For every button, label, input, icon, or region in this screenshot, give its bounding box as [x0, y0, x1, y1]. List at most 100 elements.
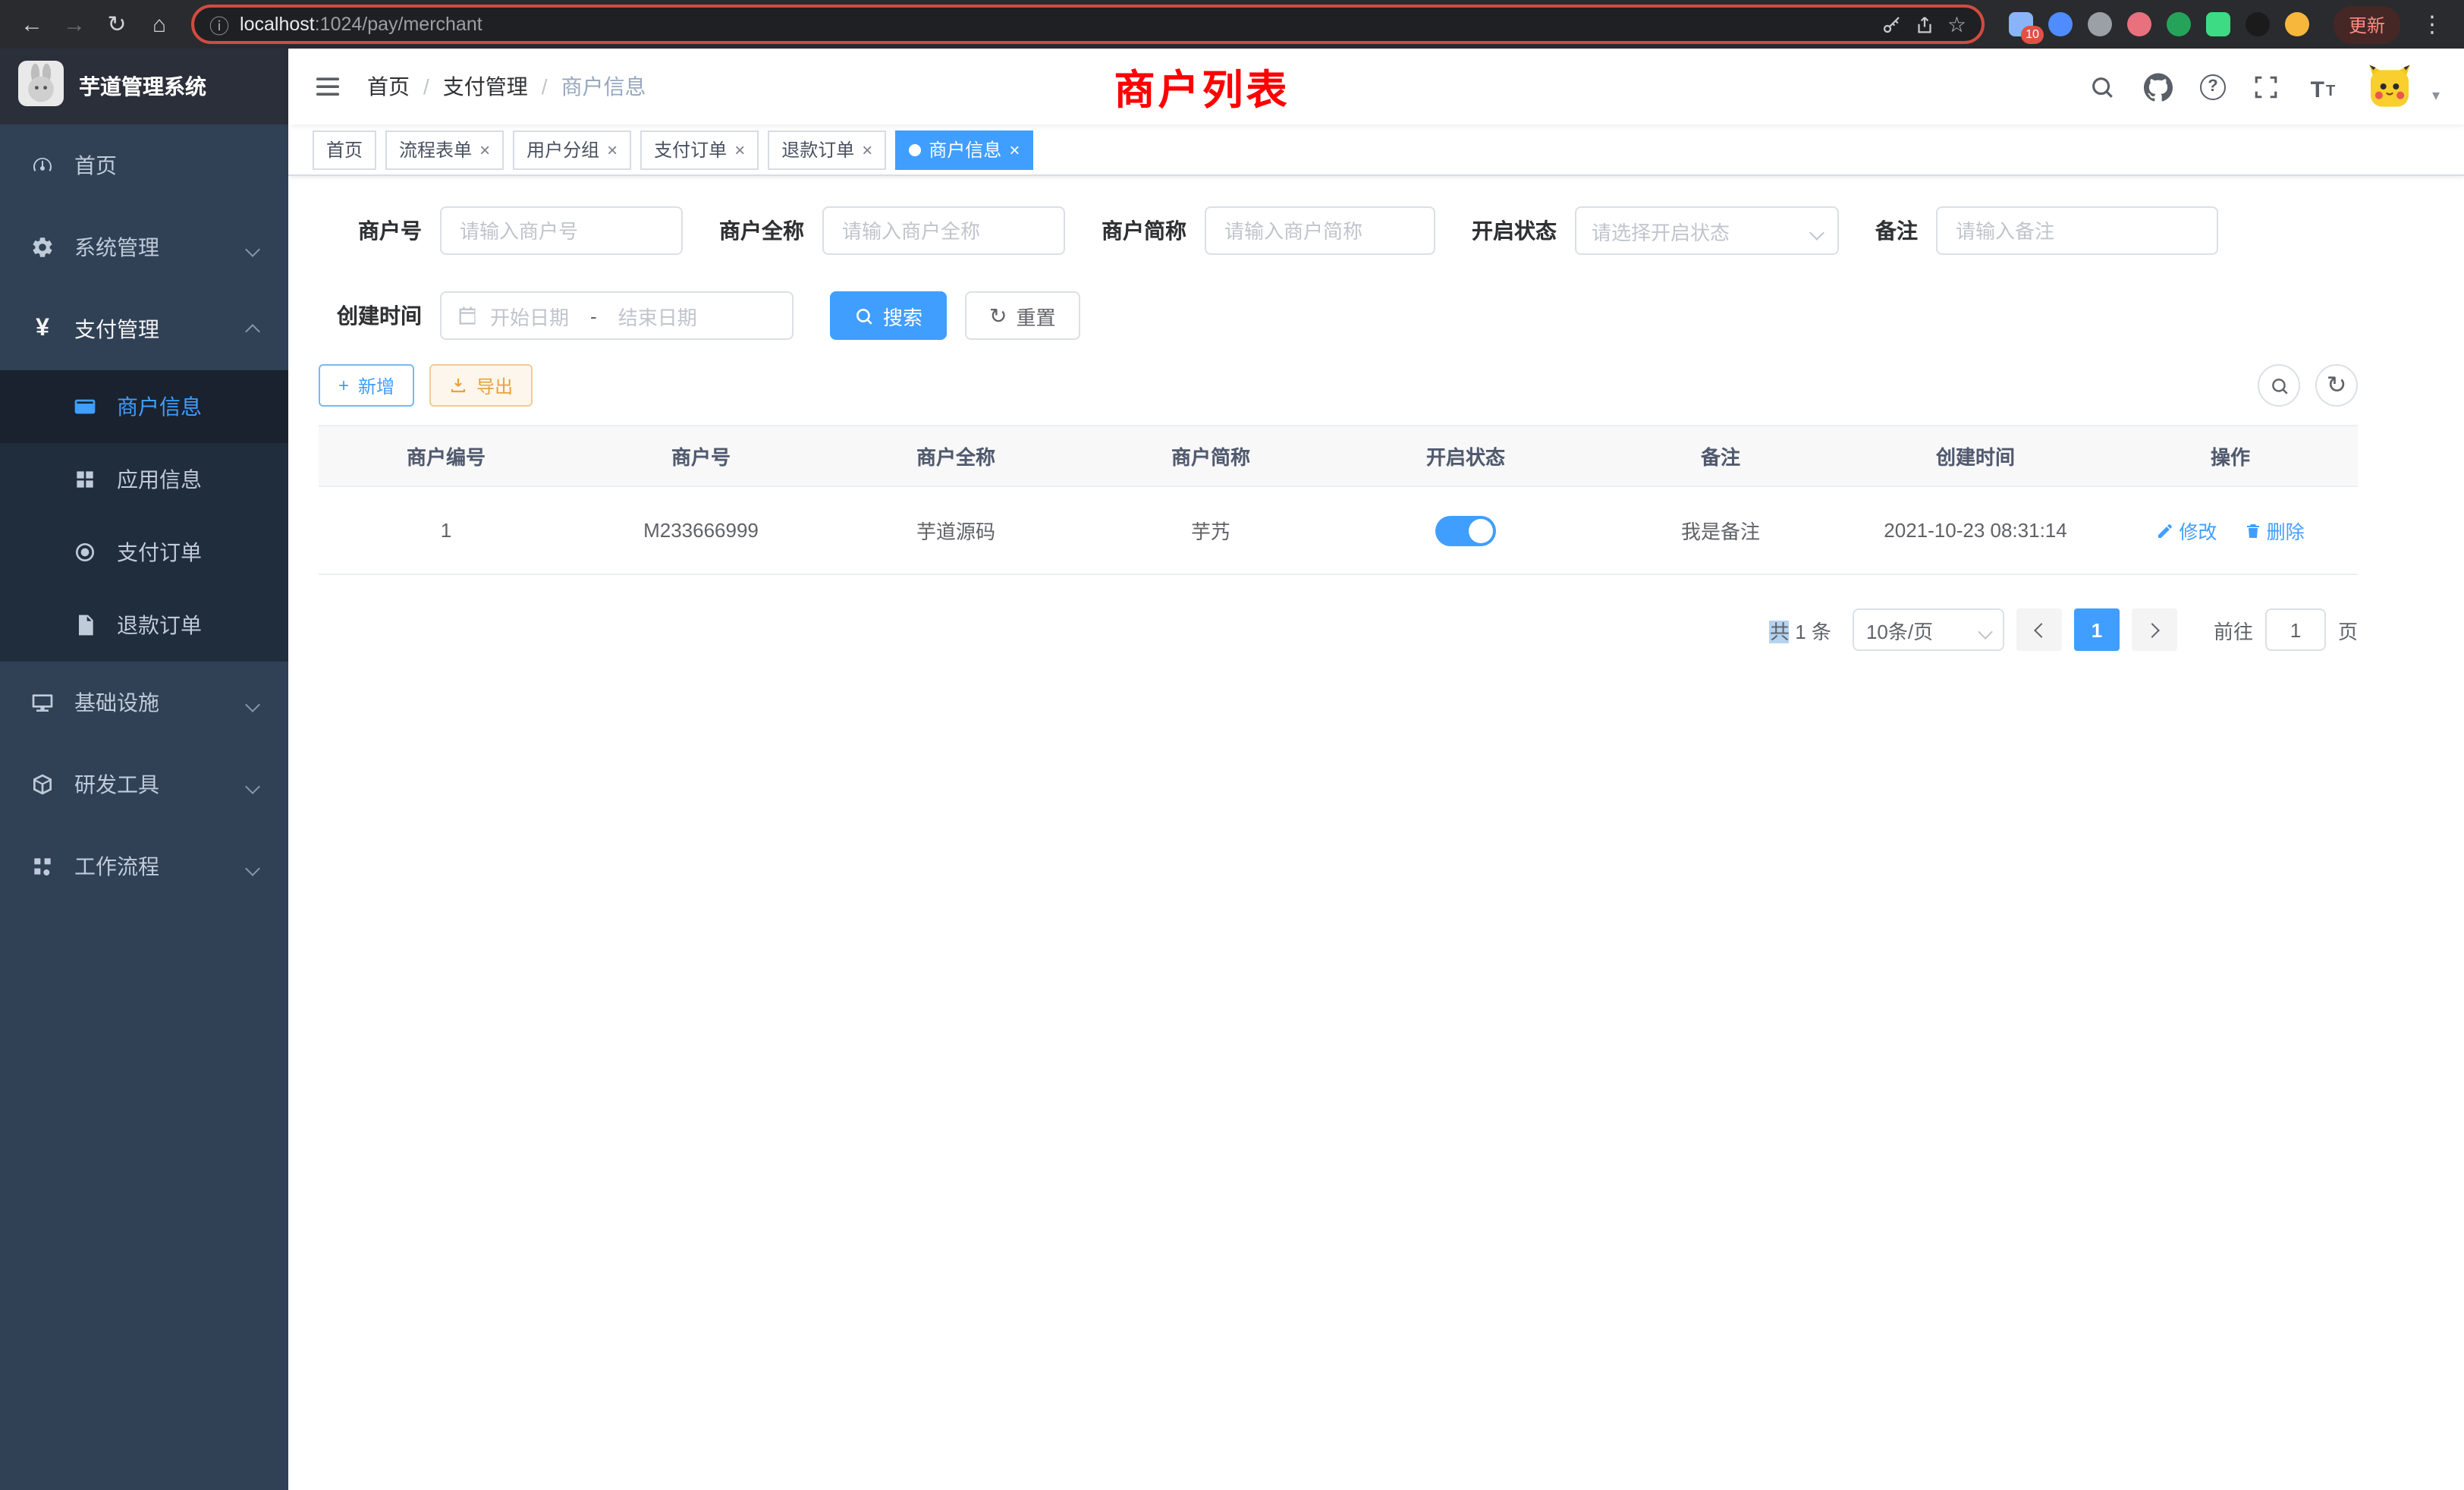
breadcrumb-payment[interactable]: 支付管理 — [443, 71, 528, 102]
site-info-icon[interactable]: ⓘ — [209, 10, 229, 39]
sidebar-item-label: 首页 — [74, 150, 117, 181]
sidebar-item-infrastructure[interactable]: 基础设施 — [0, 662, 288, 743]
close-icon[interactable]: × — [1009, 140, 1020, 159]
tab-refund-order[interactable]: 退款订单× — [768, 130, 886, 169]
refresh-table-button[interactable]: ↻ — [2315, 364, 2358, 407]
extension-icon-5[interactable] — [2167, 12, 2191, 36]
close-icon[interactable]: × — [607, 140, 618, 159]
hamburger-icon[interactable] — [313, 71, 343, 102]
font-size-icon[interactable]: TT — [2308, 71, 2338, 102]
sidebar-item-pay-order[interactable]: 支付订单 — [0, 516, 288, 589]
tab-pay-order[interactable]: 支付订单× — [640, 130, 759, 169]
date-start-placeholder: 开始日期 — [490, 301, 569, 330]
browser-menu-icon[interactable]: ⋮ — [2412, 5, 2452, 44]
sidebar-item-system[interactable]: 系统管理 — [0, 206, 288, 288]
tab-process-form[interactable]: 流程表单 × — [385, 130, 504, 169]
export-button[interactable]: 导出 — [429, 364, 533, 407]
app-grid-icon — [73, 467, 97, 492]
chevron-down-icon — [247, 854, 258, 879]
full-name-input[interactable] — [822, 206, 1065, 255]
browser-back-button[interactable]: ← — [12, 5, 52, 44]
github-icon[interactable] — [2144, 71, 2174, 102]
extension-icon-3[interactable] — [2088, 12, 2112, 36]
password-key-icon[interactable] — [1881, 13, 1903, 36]
browser-reload-button[interactable]: ↻ — [97, 5, 137, 44]
filter-label-short-name: 商户简称 — [1102, 215, 1186, 246]
extension-icon-7[interactable] — [2246, 12, 2270, 36]
merchant-table: 商户编号 商户号 商户全称 商户简称 开启状态 备注 创建时间 操作 1 — [319, 425, 2358, 575]
header-search-icon[interactable] — [2088, 71, 2118, 102]
sidebar-item-label: 支付订单 — [117, 537, 202, 567]
edit-button[interactable]: 修改 — [2156, 516, 2217, 545]
sidebar-item-home[interactable]: 首页 — [0, 124, 288, 206]
pencil-icon — [2156, 521, 2174, 539]
extension-icon-8[interactable] — [2285, 12, 2309, 36]
url-text: localhost:1024/pay/merchant — [240, 14, 1870, 35]
app-logo[interactable]: 芋道管理系统 — [0, 49, 288, 124]
share-icon[interactable] — [1914, 13, 1937, 36]
page-1-button[interactable]: 1 — [2074, 608, 2120, 651]
bookmark-star-icon[interactable]: ☆ — [1947, 11, 1966, 37]
short-name-input[interactable] — [1205, 206, 1435, 255]
browser-toolbar: ← → ↻ ⌂ ⓘ localhost:1024/pay/merchant ☆ … — [0, 0, 2464, 49]
tab-user-group[interactable]: 用户分组 × — [513, 130, 631, 169]
extension-icon-2[interactable] — [2048, 12, 2073, 36]
goto-page-input[interactable] — [2265, 608, 2326, 651]
close-icon[interactable]: × — [862, 140, 872, 159]
plus-icon: + — [338, 375, 349, 396]
breadcrumb-home[interactable]: 首页 — [367, 71, 410, 102]
fullscreen-icon[interactable] — [2252, 71, 2282, 102]
avatar-caret-icon[interactable]: ▾ — [2432, 87, 2440, 104]
sidebar-item-workflow[interactable]: 工作流程 — [0, 825, 288, 907]
tab-label: 用户分组 — [526, 137, 599, 162]
extension-badge: 10 — [2021, 26, 2044, 44]
tab-merchant-info[interactable]: 商户信息 × — [895, 130, 1033, 169]
sidebar-item-app-info[interactable]: 应用信息 — [0, 443, 288, 516]
next-page-button[interactable] — [2132, 608, 2177, 651]
close-icon[interactable]: × — [734, 140, 745, 159]
delete-button[interactable]: 删除 — [2244, 516, 2305, 545]
search-button[interactable]: 搜索 — [830, 291, 947, 340]
browser-update-button[interactable]: 更新 — [2334, 5, 2400, 43]
search-button-label: 搜索 — [883, 301, 922, 330]
browser-home-button[interactable]: ⌂ — [140, 5, 179, 44]
col-status: 开启状态 — [1338, 426, 1593, 486]
sidebar-item-refund-order[interactable]: 退款订单 — [0, 589, 288, 662]
tabs-bar: 首页 流程表单 × 用户分组 × 支付订单× 退款订单× 商户信息 × — [288, 124, 2464, 176]
user-avatar[interactable] — [2364, 62, 2415, 111]
reset-button[interactable]: ↻ 重置 — [965, 291, 1080, 340]
help-icon[interactable]: ? — [2200, 74, 2226, 99]
extension-icon-4[interactable] — [2127, 12, 2151, 36]
breadcrumb-separator: / — [542, 74, 548, 99]
refresh-icon: ↻ — [2327, 370, 2347, 401]
sidebar-item-merchant-info[interactable]: 商户信息 — [0, 370, 288, 443]
status-toggle[interactable] — [1435, 515, 1496, 545]
close-icon[interactable]: × — [479, 140, 490, 159]
extension-icon-6[interactable] — [2206, 12, 2230, 36]
browser-forward-button[interactable]: → — [55, 5, 94, 44]
active-tab-dot — [909, 143, 921, 156]
cell-remark: 我是备注 — [1593, 486, 1848, 574]
cell-create-time: 2021-10-23 08:31:14 — [1848, 486, 2103, 574]
sidebar-item-devtools[interactable]: 研发工具 — [0, 743, 288, 825]
tab-home[interactable]: 首页 — [313, 130, 376, 169]
status-select[interactable]: 请选择开启状态 — [1575, 206, 1839, 255]
screen: ← → ↻ ⌂ ⓘ localhost:1024/pay/merchant ☆ … — [0, 0, 2464, 1490]
address-bar[interactable]: ⓘ localhost:1024/pay/merchant ☆ — [191, 5, 1985, 44]
col-actions: 操作 — [2103, 426, 2358, 486]
sidebar-menu: 首页 系统管理 ¥ 支付管理 — [0, 124, 288, 907]
add-button[interactable]: + 新增 — [319, 364, 414, 407]
page-size-select[interactable]: 10条/页 — [1853, 608, 2004, 651]
merchant-no-input[interactable] — [440, 206, 683, 255]
toggle-search-button[interactable] — [2258, 364, 2300, 407]
prev-page-button[interactable] — [2016, 608, 2062, 651]
sidebar-item-label: 应用信息 — [117, 464, 202, 495]
create-time-range-picker[interactable]: 开始日期 - 结束日期 — [440, 291, 794, 340]
tab-label: 商户信息 — [929, 137, 1001, 162]
date-end-placeholder: 结束日期 — [618, 301, 697, 330]
trash-icon — [2244, 521, 2262, 539]
extension-icon-1[interactable]: 10 — [2009, 12, 2033, 36]
tab-label: 流程表单 — [399, 137, 472, 162]
remark-input[interactable] — [1936, 206, 2218, 255]
sidebar-item-payment[interactable]: ¥ 支付管理 — [0, 288, 288, 370]
